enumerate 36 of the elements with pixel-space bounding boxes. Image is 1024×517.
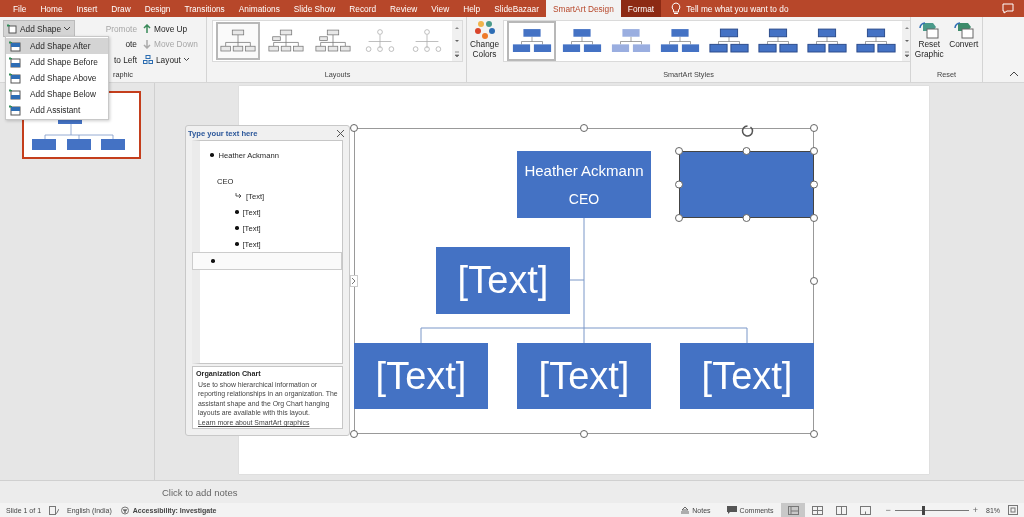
zoom-out-button[interactable]: −	[885, 505, 891, 515]
menu-item[interactable]: Add Shape Above	[6, 70, 108, 86]
menu-item[interactable]: Add Shape Below	[6, 86, 108, 102]
ribbon-command[interactable]: to Left	[113, 52, 137, 68]
ribbon-tab[interactable]: Home	[33, 0, 70, 17]
ribbon-button[interactable]: Reset Graphic	[914, 20, 945, 60]
change-colors-button[interactable]: Change Colors	[470, 20, 500, 62]
menu-item[interactable]: Add Shape Before	[6, 54, 108, 70]
org-chart-shape[interactable]: [Text]	[517, 343, 651, 409]
notes-placeholder[interactable]: Click to add notes	[162, 486, 238, 498]
ribbon-tab[interactable]: Help	[456, 0, 488, 17]
org-chart-shape[interactable]: [Text]	[436, 247, 570, 314]
org-chart-shape[interactable]: [Text]	[680, 343, 814, 409]
org-chart-shape[interactable]: [Text]	[354, 343, 488, 409]
ribbon-command[interactable]: Layout	[156, 52, 181, 68]
ribbon-tab[interactable]: Format	[620, 0, 662, 17]
ribbon-tab[interactable]: Review	[383, 0, 425, 17]
zoom-in-button[interactable]: +	[972, 505, 978, 515]
menu-item[interactable]: Add Assistant	[6, 102, 108, 118]
ribbon-tab[interactable]: Slide Show	[286, 0, 343, 17]
ribbon-tab[interactable]: View	[424, 0, 457, 17]
ribbon-tab[interactable]: Record	[342, 0, 384, 17]
tell-me-search[interactable]: Tell me what you want to do	[686, 0, 789, 17]
ribbon-button[interactable]: Convert	[948, 20, 979, 60]
ribbon-tab[interactable]: Transitions	[177, 0, 232, 17]
ribbon-command[interactable]: Move Up	[154, 21, 188, 37]
ribbon-tab[interactable]: File	[6, 0, 34, 17]
ribbon-tab[interactable]: Design	[137, 0, 178, 17]
ribbon-tab[interactable]: Insert	[69, 0, 105, 17]
menu-item[interactable]: Add Shape After	[6, 38, 108, 54]
ribbon-tab[interactable]: SmartArt Design	[545, 0, 621, 17]
ribbon-command[interactable]: ote	[125, 36, 137, 52]
ribbon-tab[interactable]: Animations	[231, 0, 287, 17]
ribbon-tab[interactable]: SlideBazaar	[487, 0, 546, 17]
org-chart-shape[interactable]: Heather Ackmann CEO	[517, 151, 651, 218]
ribbon-tab[interactable]: Draw	[104, 0, 138, 17]
